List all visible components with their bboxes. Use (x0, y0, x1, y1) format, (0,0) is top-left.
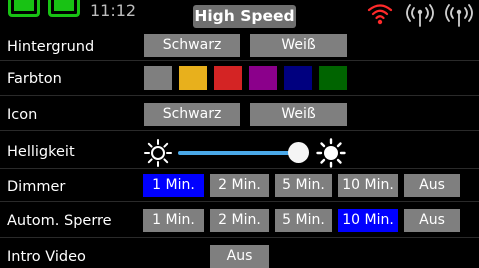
color-swatch-red[interactable] (214, 66, 242, 90)
status-bar: 11:12 High Speed (0, 0, 479, 28)
brightness-slider[interactable] (178, 142, 309, 163)
intro-video-off-button[interactable]: Aus (210, 245, 269, 268)
battery-icon (8, 0, 40, 17)
dimmer-1min-button[interactable]: 1 Min. (143, 174, 204, 197)
dimmer-label: Dimmer (7, 179, 66, 195)
auto-lock-10min-button[interactable]: 10 Min. (338, 209, 398, 232)
auto-lock-5min-button[interactable]: 5 Min. (275, 209, 332, 232)
brightness-low-icon (144, 139, 172, 167)
icon-black-label: Schwarz (162, 106, 222, 122)
icon-black-button[interactable]: Schwarz (144, 103, 240, 126)
dimmer-10min-button[interactable]: 10 Min. (338, 174, 398, 197)
icon-white-label: Weiß (281, 106, 316, 122)
color-swatch-purple[interactable] (249, 66, 277, 90)
auto-lock-2min-label: 2 Min. (218, 212, 261, 228)
row-divider (0, 60, 479, 61)
dimmer-2min-button[interactable]: 2 Min. (210, 174, 269, 197)
dimmer-off-label: Aus (419, 177, 445, 193)
antenna-signal-icon (445, 4, 473, 27)
auto-lock-10min-label: 10 Min. (342, 212, 394, 228)
auto-lock-off-button[interactable]: Aus (404, 209, 460, 232)
background-label: Hintergrund (7, 39, 95, 55)
wifi-icon (367, 4, 393, 25)
icon-label: Icon (7, 107, 38, 123)
row-divider (0, 168, 479, 169)
color-swatch-green[interactable] (319, 66, 347, 90)
background-white-label: Weiß (281, 37, 316, 53)
brightness-slider-thumb[interactable] (288, 142, 309, 163)
brightness-slider-track (178, 151, 298, 155)
battery-icon (48, 0, 80, 17)
brightness-label: Helligkeit (7, 144, 75, 160)
intro-video-label: Intro Video (7, 249, 86, 265)
icon-white-button[interactable]: Weiß (250, 103, 347, 126)
color-swatch-gray[interactable] (144, 66, 172, 90)
mode-label: High Speed (194, 7, 295, 25)
dimmer-off-button[interactable]: Aus (404, 174, 460, 197)
auto-lock-2min-button[interactable]: 2 Min. (210, 209, 269, 232)
background-black-label: Schwarz (162, 37, 222, 53)
background-black-button[interactable]: Schwarz (144, 34, 240, 57)
clock-time: 11:12 (90, 1, 137, 20)
auto-lock-1min-label: 1 Min. (152, 212, 195, 228)
row-divider (0, 201, 479, 202)
background-white-button[interactable]: Weiß (250, 34, 347, 57)
color-swatch-navy[interactable] (284, 66, 312, 90)
color-tone-label: Farbton (7, 71, 62, 87)
auto-lock-5min-label: 5 Min. (282, 212, 325, 228)
row-divider (0, 130, 479, 131)
mode-badge: High Speed (193, 5, 296, 28)
dimmer-2min-label: 2 Min. (218, 177, 261, 193)
auto-lock-1min-button[interactable]: 1 Min. (143, 209, 204, 232)
auto-lock-off-label: Aus (419, 212, 445, 228)
intro-video-off-label: Aus (226, 248, 253, 264)
dimmer-1min-label: 1 Min. (152, 177, 195, 193)
color-swatch-yellow[interactable] (179, 66, 207, 90)
dimmer-5min-label: 5 Min. (282, 177, 325, 193)
auto-lock-label: Autom. Sperre (7, 213, 112, 229)
row-divider (0, 237, 479, 238)
brightness-high-icon (316, 138, 346, 168)
antenna-signal-icon (406, 4, 434, 27)
dimmer-10min-label: 10 Min. (342, 177, 394, 193)
dimmer-5min-button[interactable]: 5 Min. (275, 174, 332, 197)
row-divider (0, 95, 479, 96)
